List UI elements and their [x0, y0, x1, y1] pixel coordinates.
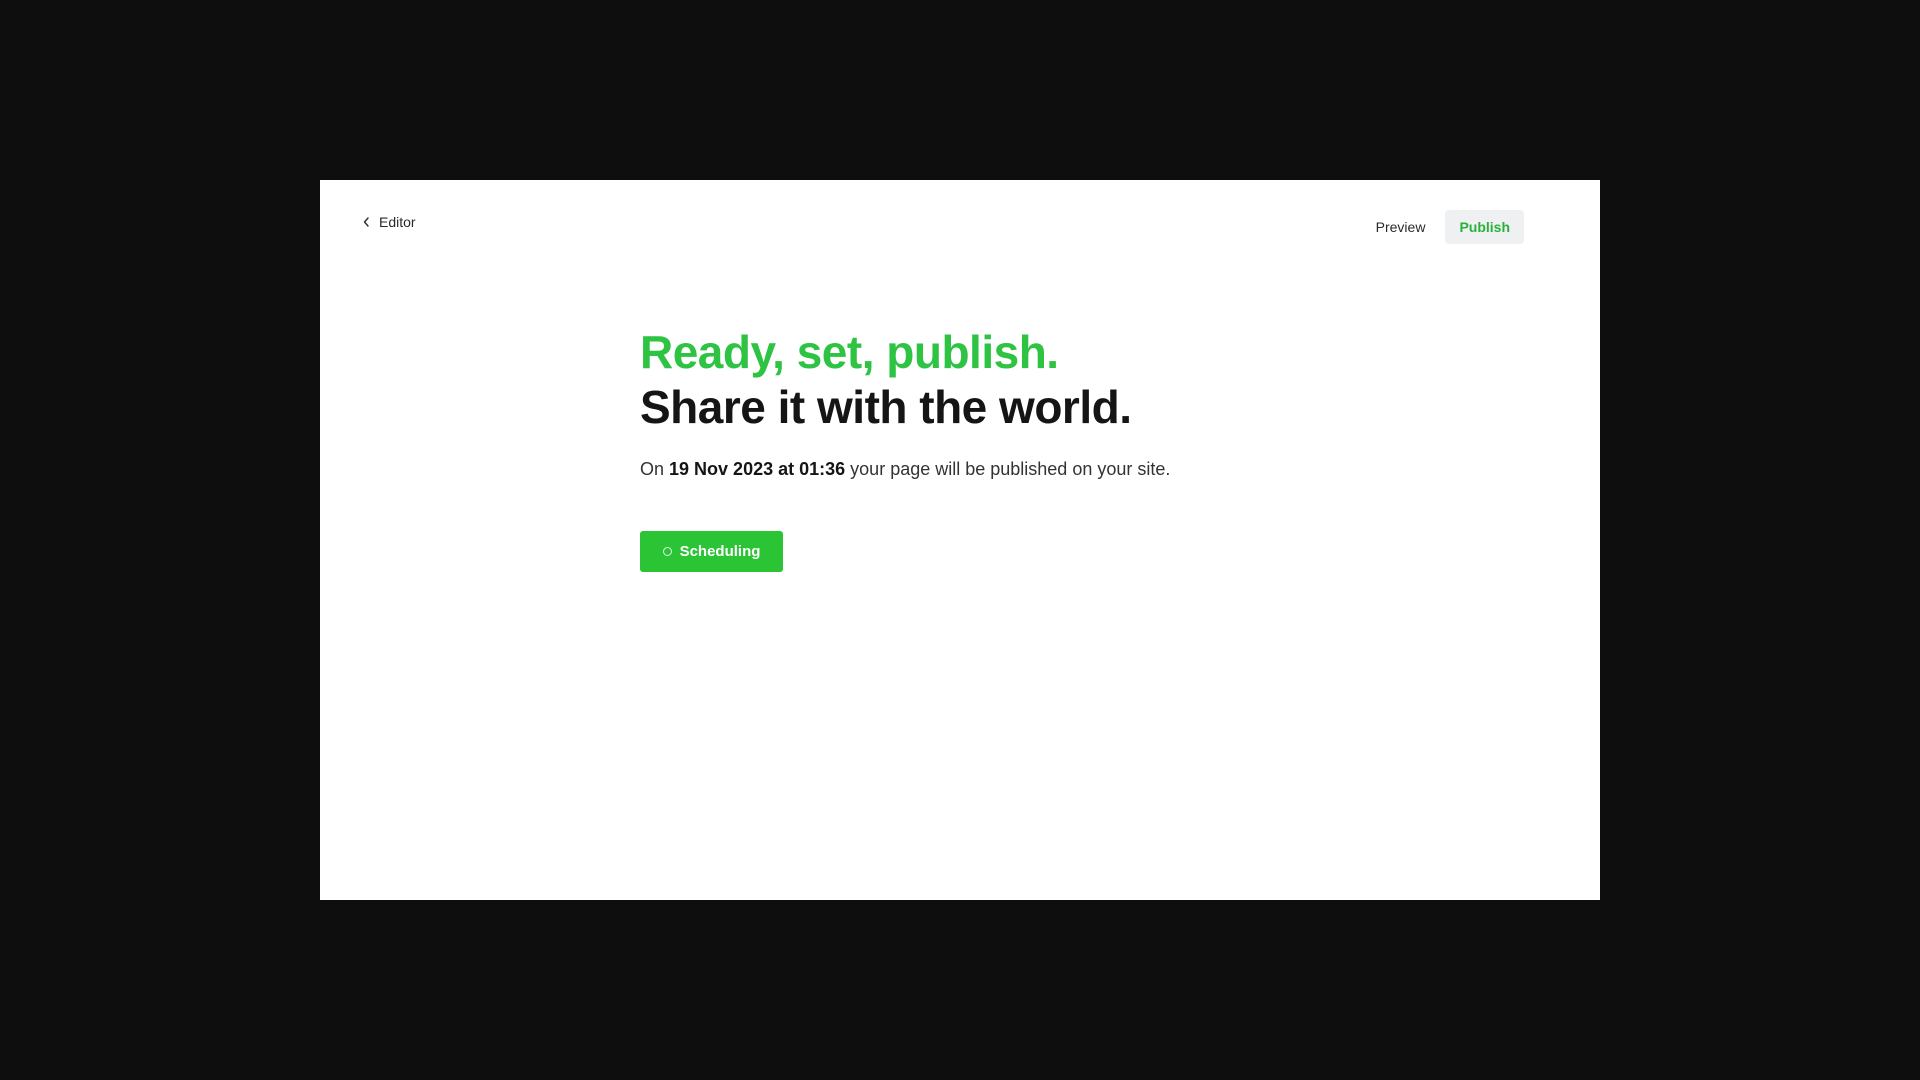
spinner-icon [662, 547, 672, 556]
schedule-description: On 19 Nov 2023 at 01:36 your page will b… [640, 459, 1340, 480]
description-suffix: your page will be published on your site… [850, 459, 1171, 479]
description-prefix: On [640, 459, 665, 479]
scheduling-button[interactable]: Scheduling [640, 531, 783, 572]
chevron-left-icon [363, 217, 369, 227]
scheduling-button-label: Scheduling [679, 543, 761, 560]
preview-button[interactable]: Preview [1364, 211, 1438, 243]
headline-secondary: Share it with the world. [640, 381, 1132, 433]
topbar-actions: Preview Publish [1364, 210, 1524, 244]
scheduled-datetime: 19 Nov 2023 at 01:36 [669, 459, 846, 479]
headline-primary: Ready, set, publish. [640, 326, 1059, 378]
publish-content: Ready, set, publish. Share it with the w… [640, 325, 1340, 480]
publish-button[interactable]: Publish [1445, 210, 1524, 244]
back-link-label: Editor [379, 214, 416, 230]
topbar: Editor Preview Publish [320, 180, 1600, 270]
back-to-editor-link[interactable]: Editor [362, 214, 416, 230]
publish-window: Editor Preview Publish Ready, set, publi… [320, 180, 1600, 900]
